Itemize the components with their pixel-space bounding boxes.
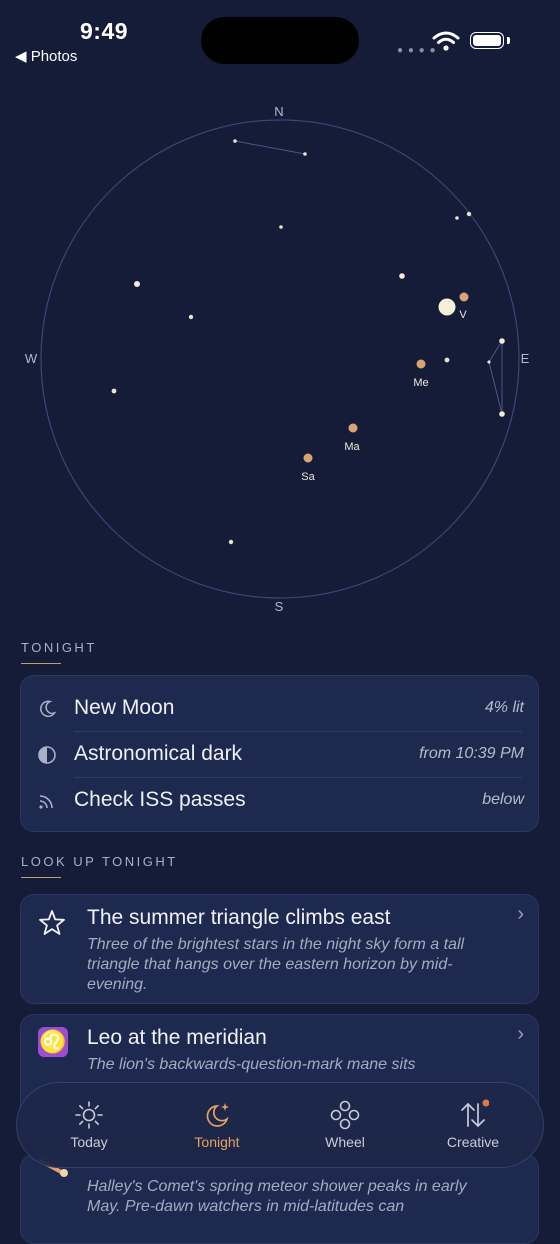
look-up-card-summer-triangle[interactable]: The summer triangle climbs east Three of… [20,894,539,1004]
tab-wheel[interactable]: Wheel [279,1083,411,1169]
constellation-line [488,340,503,363]
wheel-icon [330,1100,360,1130]
planet-mercury [416,359,426,369]
tonight-row-title: Astronomical dark [74,742,243,765]
chevron-right-icon: › [517,1023,524,1045]
constellation-line [234,140,306,155]
tab-tonight[interactable]: Tonight [151,1083,283,1169]
star [111,388,117,394]
star [455,216,459,220]
compass-north: N [274,104,283,119]
planet-venus [459,292,469,302]
battery-icon [470,32,504,49]
tab-creative[interactable]: Creative [407,1083,539,1169]
tonight-row-value: 4% lit [484,699,524,716]
constellation-line [488,361,503,415]
look-up-heading: LOOK UP TONIGHT [21,854,178,869]
planet-label-venus: V [459,309,467,321]
star [188,314,194,320]
look-up-heading-rule [21,877,61,878]
dynamic-island [201,17,359,64]
sky-map[interactable]: N S E W V Me Ma Sa [0,96,560,626]
moon-stars-icon [206,1103,229,1127]
planet-label-mercury: Me [413,377,428,389]
compass-east: E [521,351,530,366]
tonight-row-value: from 10:39 PM [419,745,524,762]
tonight-row-title: Check ISS passes [74,788,246,811]
tonight-row-moon[interactable]: New Moon 4% lit [21,686,540,732]
tonight-heading: TONIGHT [21,640,97,655]
tab-label: Creative [446,1134,500,1150]
look-up-title: Leo at the meridian [87,1026,267,1049]
chevron-right-icon: › [517,903,524,925]
look-up-description: Three of the brightest stars in the nigh… [87,936,465,993]
look-up-title: The summer triangle climbs east [87,906,391,929]
back-to-photos-link[interactable]: ◀ Photos [15,47,77,65]
arrows-up-down-icon [461,1099,489,1127]
star [487,360,491,364]
star [279,225,283,229]
broadcast-icon [39,795,53,809]
tab-today[interactable]: Today [23,1083,155,1169]
star [444,357,450,363]
planet-saturn [303,453,313,463]
planet-label-mars: Ma [344,441,360,453]
sun-icon [75,1101,103,1129]
half-circle-icon [38,746,56,764]
compass-south: S [275,599,284,614]
look-up-description: Halley's Comet's spring meteor shower pe… [87,1178,467,1215]
look-up-description: The lion's backwards-question-mark mane … [87,1056,416,1073]
battery-nub [507,37,510,44]
tonight-row-title: New Moon [74,696,175,719]
planet-mars [348,423,358,433]
star [303,152,307,156]
star [499,411,505,417]
tonight-row-iss[interactable]: Check ISS passes below [21,778,540,824]
star [228,539,234,545]
tab-label: Wheel [325,1134,365,1150]
star [233,139,237,143]
status-time: 9:49 [80,18,129,44]
star [499,338,505,344]
leo-zodiac-icon: ♌ [38,1027,68,1057]
tonight-card: New Moon 4% lit Astronomical dark from 1… [20,675,539,832]
tonight-heading-rule [21,663,61,664]
compass-west: W [25,351,38,366]
star [466,211,472,217]
tab-label: Tonight [194,1134,240,1150]
star [134,281,140,287]
tab-bar: Today Tonight Wheel Creative [16,1082,544,1168]
moon-icon [40,700,57,718]
signal-dots-icon: ● ● ● ● [397,45,437,56]
tonight-row-dark[interactable]: Astronomical dark from 10:39 PM [21,732,540,778]
moon-marker [438,298,456,316]
planet-label-saturn: Sa [301,471,315,483]
tonight-row-value: below [482,791,524,808]
star [399,273,405,279]
star-outline-icon [39,910,65,935]
tab-label: Today [70,1134,108,1150]
wifi-icon [432,31,460,51]
